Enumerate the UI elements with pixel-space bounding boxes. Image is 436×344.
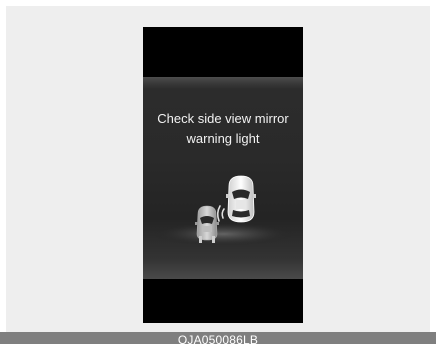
warning-waves-icon [216, 205, 225, 222]
caption-bar: OJA050086LB [0, 332, 436, 344]
warning-message-line2: warning light [186, 131, 260, 146]
figure-code: OJA050086LB [177, 333, 259, 344]
warning-message-line1: Check side view mirror [157, 111, 289, 126]
adjacent-car-icon [195, 205, 219, 243]
blind-spot-warning-cars-icon [153, 175, 293, 246]
figure-panel: Check side view mirror warning light [6, 6, 430, 336]
road-glow [153, 222, 293, 246]
page: Check side view mirror warning light OJA… [0, 0, 436, 344]
own-car-icon [226, 175, 256, 223]
warning-message: Check side view mirror warning light [143, 109, 303, 149]
cluster-display: Check side view mirror warning light [143, 27, 303, 323]
